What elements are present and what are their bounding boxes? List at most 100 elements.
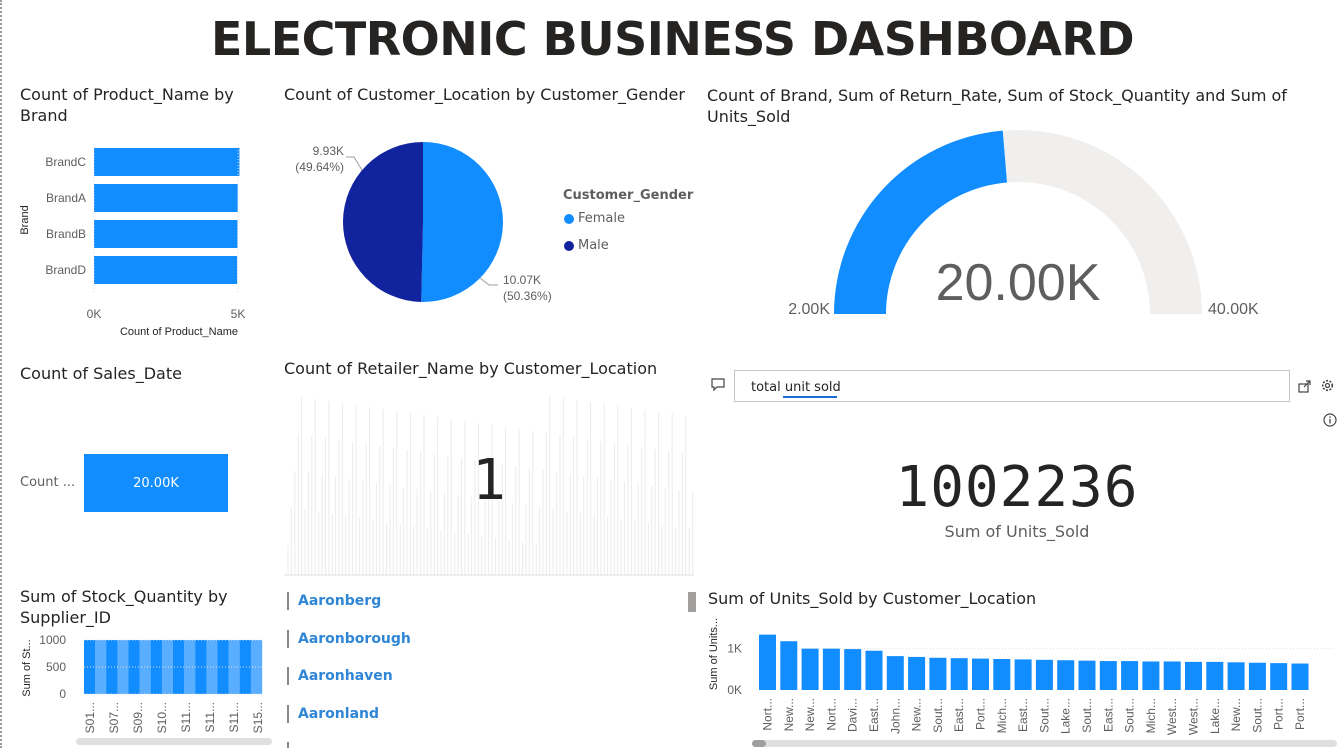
pie-leader-male <box>346 156 363 171</box>
gauge-max-label: 40.00K <box>1208 301 1259 318</box>
pie-slice-male[interactable] <box>343 142 423 302</box>
stock-yaxis-label: Sum of St... <box>21 639 33 696</box>
info-icon[interactable] <box>1323 413 1337 431</box>
units-bar[interactable] <box>1163 661 1181 690</box>
units-bar[interactable] <box>1014 659 1032 690</box>
slicer-scrollbar-thumb[interactable] <box>688 592 696 612</box>
stock-xtick: S09... <box>131 702 145 733</box>
units-xtick: Sout... <box>1080 698 1094 733</box>
gender-chart-title: Count of Customer_Location by Customer_G… <box>284 85 685 104</box>
units-xtick: West... <box>1187 698 1201 735</box>
slicer-item-aaronberg[interactable]: Aaronberg <box>287 592 381 610</box>
brand-bar-BrandC[interactable] <box>94 148 240 176</box>
gear-icon[interactable] <box>1321 379 1334 396</box>
units-bar-chart[interactable]: Nort... New... New... Nort... Davi... East...… <box>704 612 1343 748</box>
legend-label-male: Male <box>578 238 609 253</box>
units-xtick: Lake... <box>1059 698 1073 734</box>
qna-search-input[interactable]: total unit sold <box>734 370 1290 402</box>
units-scrollbar-track <box>752 740 1337 747</box>
slicer-item-aaronhaven[interactable]: Aaronhaven <box>287 667 393 685</box>
units-xtick: Sout... <box>931 698 945 733</box>
units-bar[interactable] <box>1099 661 1117 690</box>
units-xtick: Port... <box>1272 698 1286 730</box>
pie-slice-female[interactable] <box>421 142 504 302</box>
units-xtick: Mich... <box>995 698 1009 733</box>
units-xtick: New... <box>910 698 924 731</box>
sales-card-bar[interactable]: 20.00K <box>84 454 228 512</box>
slicer-item-aaronborough[interactable]: Aaronborough <box>287 630 411 648</box>
units-xtick: East... <box>1016 698 1030 732</box>
slicer-item-aaronland[interactable]: Aaronland <box>287 705 379 723</box>
slicer-item-partial <box>287 742 289 748</box>
qna-query-text: total unit sold <box>751 380 841 395</box>
gauge-chart[interactable]: 20.00K 2.00K 40.00K <box>782 120 1262 320</box>
units-bar[interactable] <box>950 658 968 690</box>
stock-xtick: S11... <box>179 702 193 732</box>
brand-xaxis-label: Count of Product_Name <box>120 326 238 338</box>
sales-card-title: Count of Sales_Date <box>20 364 182 383</box>
stock-ytick: 0 <box>59 687 66 701</box>
legend-item-male[interactable]: Male <box>564 238 609 253</box>
units-xtick: Sout... <box>1123 698 1137 733</box>
brand-tick-label: BrandB <box>46 227 86 241</box>
units-bar[interactable] <box>822 648 840 690</box>
units-bar[interactable] <box>1057 660 1075 690</box>
units-xtick: West... <box>1165 698 1179 735</box>
brand-bar-BrandB[interactable] <box>94 220 238 248</box>
male-legend-marker <box>564 240 574 251</box>
units-bar[interactable] <box>1206 661 1224 690</box>
brand-bar-chart[interactable]: BrandC BrandA BrandB BrandD 0K 5K Count of Pro… <box>16 140 266 340</box>
retailer-chart-title: Count of Retailer_Name by Customer_Locat… <box>284 359 658 378</box>
dashboard-title: ELECTRONIC BUSINESS DASHBOARD <box>210 12 1135 66</box>
brand-tick-label: BrandC <box>45 155 86 169</box>
units-bar[interactable] <box>1291 663 1309 690</box>
stock-scrollbar <box>76 738 272 745</box>
units-xtick: Nort... <box>824 698 838 731</box>
units-bar[interactable] <box>1270 663 1288 690</box>
female-legend-marker <box>564 213 574 224</box>
brand-tick-label: BrandA <box>46 191 86 205</box>
units-bar[interactable] <box>1035 659 1053 690</box>
units-bar[interactable] <box>759 634 776 690</box>
units-xtick: Mich... <box>1144 698 1158 733</box>
units-bar[interactable] <box>886 656 904 690</box>
units-xtick: New... <box>782 698 796 731</box>
units-bar[interactable] <box>1078 660 1096 690</box>
units-bar[interactable] <box>1121 661 1139 690</box>
units-bar[interactable] <box>1185 661 1202 690</box>
brand-xtick-0: 0K <box>87 307 102 321</box>
stock-xtick: S07... <box>107 702 121 733</box>
gauge-min-label: 2.00K <box>788 301 830 318</box>
brand-bar-BrandD[interactable] <box>94 256 238 284</box>
units-bar[interactable] <box>1248 662 1266 690</box>
units-ytick-1k: 1K <box>727 642 742 656</box>
units-bar[interactable] <box>865 650 883 690</box>
units-xtick: Davi... <box>846 698 860 732</box>
units-xtick: East... <box>952 698 966 732</box>
units-bar[interactable] <box>908 656 926 690</box>
gender-pie-chart[interactable]: 9.93K (49.64%) 10.07K (50.36%) <box>284 130 564 320</box>
units-bar[interactable] <box>1142 661 1160 690</box>
legend-item-female[interactable]: Female <box>564 211 625 226</box>
units-bar[interactable] <box>929 657 947 690</box>
pie-leader-female <box>479 277 498 286</box>
brand-chart-title: Count of Product_Name by Brand <box>20 85 234 125</box>
units-bar[interactable] <box>993 659 1011 690</box>
stock-bar-chart[interactable]: 1000 500 0 Sum of St... S01... S07... S09... S1… <box>16 626 278 748</box>
stock-xtick: S11... <box>227 702 241 732</box>
units-bar[interactable] <box>972 658 989 690</box>
units-xtick: John... <box>888 698 902 734</box>
stock-ytick: 1000 <box>39 633 66 647</box>
stock-xtick: S01... <box>83 702 97 733</box>
units-xtick: Sout... <box>1250 698 1264 733</box>
chat-bubble-icon[interactable] <box>711 378 725 395</box>
units-bar[interactable] <box>844 649 862 690</box>
brand-bar-BrandA[interactable] <box>94 184 238 212</box>
units-xtick: East... <box>867 698 881 732</box>
units-bar[interactable] <box>1227 662 1245 690</box>
units-bar[interactable] <box>780 641 798 690</box>
share-icon[interactable] <box>1298 379 1312 397</box>
gauge-value-label: 20.00K <box>936 254 1101 312</box>
units-scrollbar-thumb <box>752 740 766 747</box>
units-bar[interactable] <box>801 648 819 690</box>
